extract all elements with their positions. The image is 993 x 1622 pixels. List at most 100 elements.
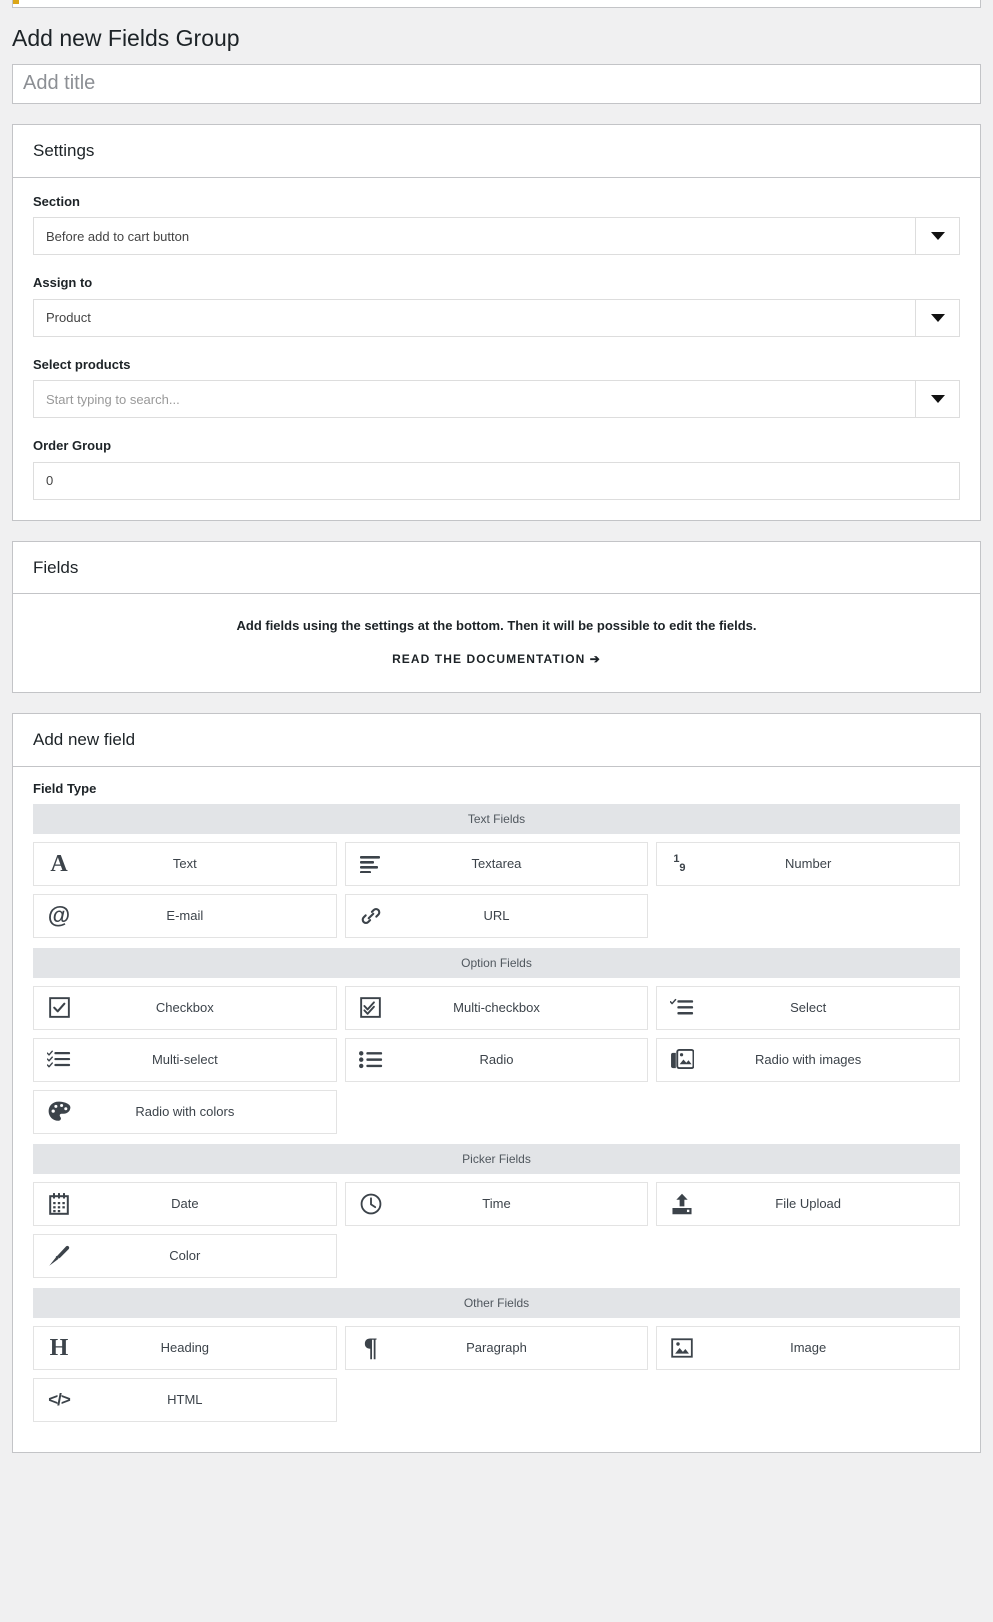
fields-empty-message: Add fields using the settings at the bot…: [236, 618, 757, 634]
page-title: Add new Fields Group: [12, 25, 240, 51]
order-group-input[interactable]: [33, 461, 960, 500]
field-type-time[interactable]: Time: [344, 1181, 649, 1226]
at-sign-icon: @: [47, 902, 71, 929]
select-products-arrow[interactable]: [915, 381, 959, 418]
field-row-order-group: Order Group: [33, 436, 960, 500]
tile-grid-option-fields: Checkbox Multi-checkbox Select Multi-sel…: [33, 985, 960, 1134]
paintbrush-icon: [34, 1245, 84, 1267]
field-type-label-multi-checkbox: Multi-checkbox: [453, 1000, 540, 1016]
notice-accent-bar: [13, 0, 19, 4]
assign-to-select-value: Product: [46, 310, 91, 326]
field-type-url[interactable]: URL: [344, 893, 649, 938]
field-type-label-date: Date: [171, 1196, 199, 1212]
code-brackets-icon: </>: [48, 1390, 71, 1410]
field-type-label-radio: Radio: [479, 1052, 514, 1068]
post-title-input[interactable]: [12, 63, 981, 104]
picture-icon: [657, 1338, 707, 1358]
field-type-label-paragraph: Paragraph: [466, 1340, 527, 1356]
read-documentation-link[interactable]: READ THE DOCUMENTATION ➔: [392, 652, 601, 666]
checkbox-icon: [34, 997, 84, 1019]
settings-panel-header: Settings: [13, 125, 980, 178]
section-label: Section: [33, 193, 80, 209]
select-products-label: Select products: [33, 356, 131, 372]
title-input-container: [0, 63, 993, 104]
number-icon: 19: [673, 852, 686, 874]
fields-panel: Fields Add fields using the settings at …: [12, 540, 981, 693]
letter-a-icon: A: [50, 850, 68, 877]
field-type-radio-with-colors[interactable]: Radio with colors: [33, 1089, 337, 1134]
settings-panel-body: Section Before add to cart button Assign…: [13, 178, 980, 520]
field-type-label-email: E-mail: [166, 908, 204, 924]
arrow-right-icon: ➔: [589, 651, 601, 666]
field-type-text[interactable]: A Text: [33, 841, 337, 886]
field-type-label-text: Text: [172, 856, 197, 872]
tile-grid-text-fields: A Text Textarea 19 Number @ E-mail URL: [33, 841, 960, 938]
assign-to-select-arrow[interactable]: [915, 299, 959, 336]
calendar-icon: [34, 1192, 84, 1215]
multi-checkbox-icon: [346, 997, 396, 1019]
section-select-arrow[interactable]: [915, 218, 959, 255]
field-type-paragraph[interactable]: ¶ Paragraph: [344, 1325, 649, 1370]
chevron-down-icon: [930, 313, 945, 322]
field-type-label-select: Select: [790, 1000, 827, 1016]
fields-panel-header: Fields: [13, 542, 980, 595]
group-header-other-fields: Other Fields: [33, 1287, 960, 1318]
chevron-down-icon: [930, 232, 945, 241]
field-type-date[interactable]: Date: [33, 1181, 337, 1226]
multi-select-list-icon: [34, 1050, 84, 1070]
field-type-radio-with-images[interactable]: Radio with images: [656, 1037, 960, 1082]
field-type-color[interactable]: Color: [33, 1233, 337, 1278]
field-type-textarea[interactable]: Textarea: [344, 841, 649, 886]
field-type-label-image: Image: [790, 1340, 827, 1356]
tile-grid-picker-fields: Date Time File Upload Color: [33, 1181, 960, 1278]
fields-empty-notice: Add fields using the settings at the bot…: [13, 594, 980, 692]
field-type-select[interactable]: Select: [656, 985, 960, 1030]
select-products-select[interactable]: Start typing to search...: [33, 380, 960, 419]
field-type-label-heading: Heading: [160, 1340, 210, 1356]
letter-h-icon: H: [49, 1334, 69, 1361]
link-chain-icon: [346, 905, 396, 927]
field-type-file-upload[interactable]: File Upload: [656, 1181, 960, 1226]
field-type-label-textarea: Textarea: [471, 856, 522, 872]
field-type-html[interactable]: </> HTML: [33, 1377, 337, 1422]
field-type-checkbox[interactable]: Checkbox: [33, 985, 337, 1030]
field-type-label-color: Color: [169, 1248, 201, 1264]
field-type-radio[interactable]: Radio: [344, 1037, 649, 1082]
pilcrow-icon: ¶: [363, 1332, 378, 1362]
field-type-number[interactable]: 19 Number: [656, 841, 960, 886]
order-group-label: Order Group: [33, 438, 112, 454]
field-row-assign-to: Assign to Product: [33, 273, 960, 337]
assign-to-select[interactable]: Product: [33, 298, 960, 337]
palette-icon: [34, 1101, 84, 1122]
field-type-multi-select[interactable]: Multi-select: [33, 1037, 337, 1082]
tile-grid-other-fields: H Heading ¶ Paragraph Image </> HTML: [33, 1325, 960, 1422]
assign-to-label: Assign to: [33, 275, 93, 291]
field-type-label-file-upload: File Upload: [775, 1196, 842, 1212]
field-type-label-radio-with-colors: Radio with colors: [135, 1104, 235, 1120]
field-type-email[interactable]: @ E-mail: [33, 893, 337, 938]
select-list-icon: [657, 998, 707, 1018]
field-type-label-time: Time: [482, 1196, 511, 1212]
field-row-section: Section Before add to cart button: [33, 192, 960, 256]
settings-panel-title: Settings: [33, 140, 95, 160]
group-header-text-fields: Text Fields: [33, 803, 960, 834]
images-stack-icon: [657, 1049, 707, 1070]
field-type-label-radio-with-images: Radio with images: [755, 1052, 862, 1068]
upload-icon: [657, 1193, 707, 1215]
partial-notice-strip: [12, 0, 981, 8]
add-new-field-body: Field Type Text Fields A Text Textarea 1…: [13, 767, 980, 1452]
field-type-label: Field Type: [33, 780, 97, 796]
add-new-field-header: Add new field: [13, 714, 980, 767]
section-select[interactable]: Before add to cart button: [33, 217, 960, 256]
field-row-select-products: Select products Start typing to search..…: [33, 355, 960, 419]
add-new-field-title: Add new field: [33, 729, 136, 749]
field-type-heading[interactable]: H Heading: [33, 1325, 337, 1370]
text-lines-icon: [346, 855, 396, 873]
field-type-label-url: URL: [483, 908, 510, 924]
field-type-image[interactable]: Image: [656, 1325, 960, 1370]
read-documentation-label: READ THE DOCUMENTATION: [392, 651, 586, 666]
field-type-multi-checkbox[interactable]: Multi-checkbox: [344, 985, 649, 1030]
field-type-label-multi-select: Multi-select: [151, 1052, 218, 1068]
add-new-field-panel: Add new field Field Type Text Fields A T…: [12, 712, 981, 1453]
group-header-option-fields: Option Fields: [33, 947, 960, 978]
